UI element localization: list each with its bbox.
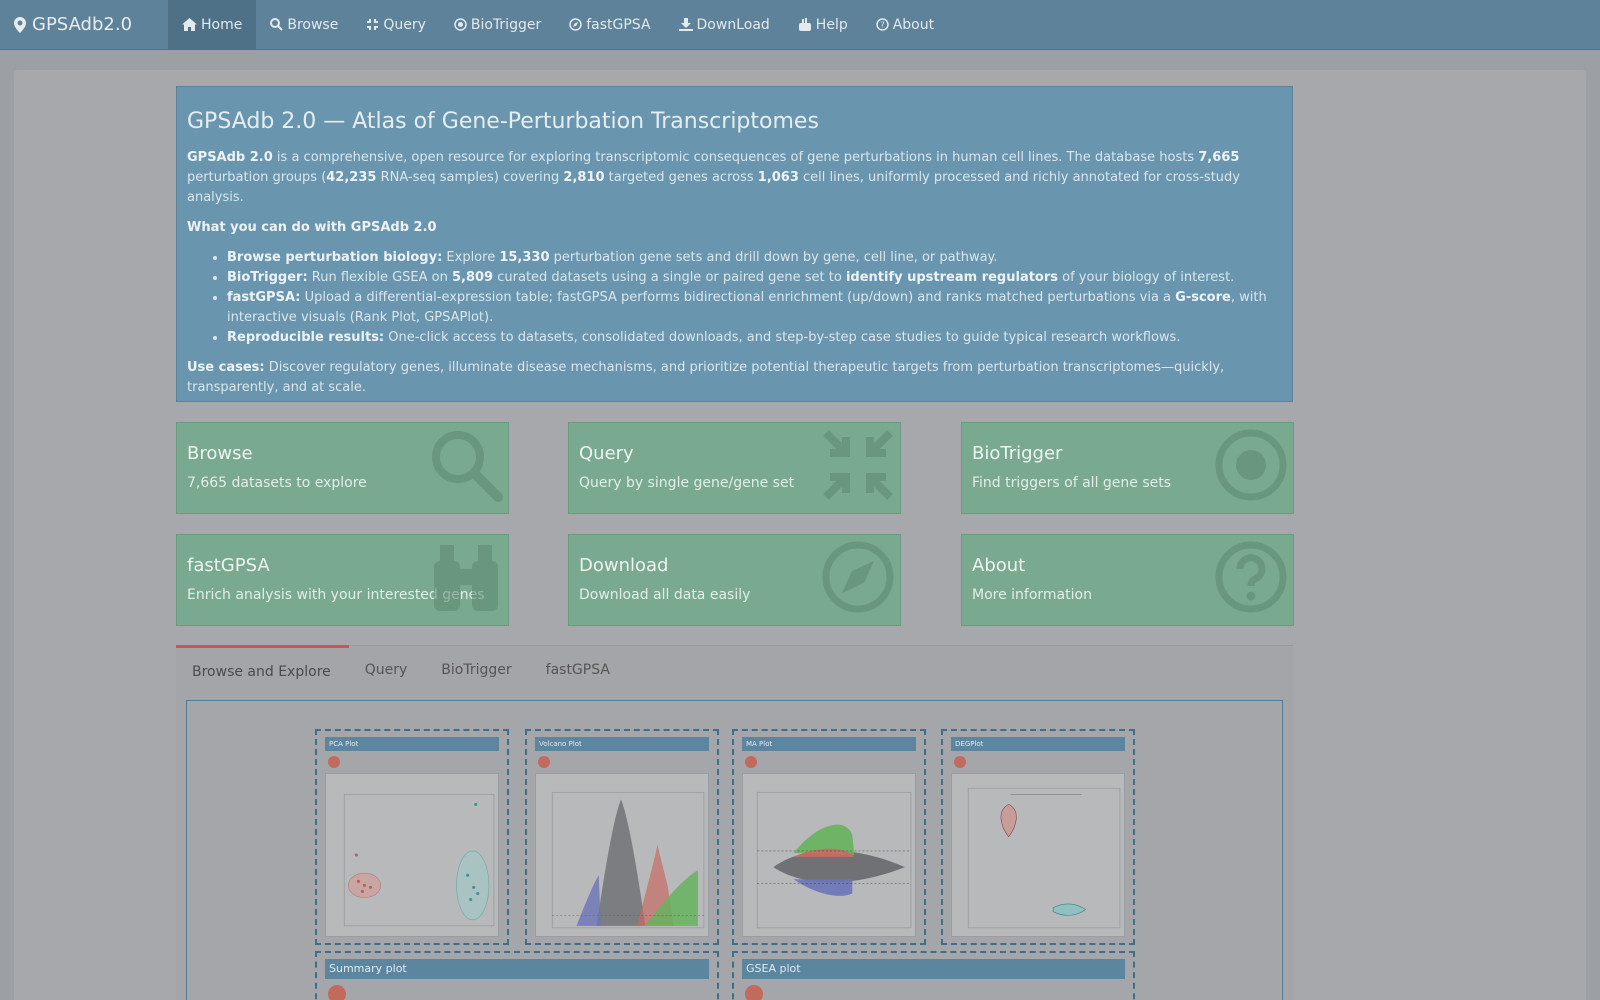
tile-subtitle: 7,665 datasets to explore: [187, 475, 367, 491]
pca-thumbnail: [343, 793, 495, 927]
plot-header: DEGPlot: [951, 737, 1125, 751]
nav-query[interactable]: Query: [352, 0, 440, 49]
binoculars-icon: [434, 545, 498, 611]
tile-subtitle: Find triggers of all gene sets: [972, 475, 1172, 491]
feature-reproducible: Reproducible results: One-click access t…: [227, 328, 1282, 348]
tile-subtitle: More information: [972, 587, 1092, 603]
pca-plot-card[interactable]: PCA Plot: [315, 729, 509, 945]
plot-header: PCA Plot: [325, 737, 499, 751]
tile-title: fastGPSA: [187, 555, 270, 576]
tile-subtitle: Query by single gene/gene set: [579, 475, 795, 491]
map-marker-icon: [14, 16, 26, 33]
tab-query[interactable]: Query: [349, 646, 426, 696]
tile-browse[interactable]: Browse 7,665 datasets to explore: [176, 422, 509, 514]
nav-browse[interactable]: Browse: [256, 0, 352, 49]
nav-biotrigger-label: BioTrigger: [470, 16, 542, 33]
nav-fastgpsa[interactable]: fastGPSA: [555, 0, 664, 49]
brand-logo[interactable]: GPSAdb2.0: [0, 0, 168, 49]
compass-icon: [569, 18, 582, 31]
nav-download[interactable]: DownLoad: [665, 0, 784, 49]
nav-fastgpsa-label: fastGPSA: [586, 16, 651, 33]
volcano-plot-card[interactable]: Volcano Plot: [525, 729, 719, 945]
gsea-plot-card[interactable]: GSEA plot: [732, 951, 1135, 1000]
nav-query-label: Query: [383, 16, 426, 33]
tile-biotrigger[interactable]: BioTrigger Find triggers of all gene set…: [961, 422, 1294, 514]
tile-title: Browse: [187, 443, 253, 464]
tab-panel-browse: PCA Plot Volcano Plot MA Plot DEGPlot Su…: [186, 700, 1283, 1000]
use-cases: Use cases: Discover regulatory genes, il…: [187, 360, 1225, 395]
volcano-plot-image: [535, 773, 709, 937]
tile-fastgpsa[interactable]: fastGPSA Enrich analysis with your inter…: [176, 534, 509, 626]
tab-biotrigger[interactable]: BioTrigger: [425, 646, 529, 696]
target-icon: [1215, 429, 1287, 501]
features-heading: What you can do with GPSAdb 2.0: [187, 220, 437, 235]
home-icon: [182, 18, 197, 31]
deg-plot-image: [951, 773, 1125, 937]
features-list: Browse perturbation biology: Explore 15,…: [227, 248, 1282, 348]
feature-browse: Browse perturbation biology: Explore 15,…: [227, 248, 1282, 268]
plot-header: GSEA plot: [742, 959, 1125, 979]
download-icon: [678, 18, 693, 31]
tile-title: BioTrigger: [972, 443, 1063, 464]
nav-home[interactable]: Home: [168, 0, 257, 49]
nav-about[interactable]: ? About: [862, 0, 948, 49]
search-icon: [432, 431, 503, 502]
ma-plot-image: [742, 773, 916, 937]
question-icon: ?: [875, 18, 889, 31]
page-title: GPSAdb 2.0 — Atlas of Gene-Perturbation …: [187, 109, 819, 134]
tab-bar: Browse and Explore Query BioTrigger fast…: [176, 645, 628, 696]
tile-about[interactable]: About More information: [961, 534, 1294, 626]
tab-fastgpsa[interactable]: fastGPSA: [530, 646, 628, 696]
tile-title: Download: [579, 555, 669, 576]
brand-name: GPSAdb2.0: [32, 14, 133, 35]
compass-icon: [822, 541, 894, 613]
plot-header: Volcano Plot: [535, 737, 709, 751]
tile-download[interactable]: Download Download all data easily: [568, 534, 901, 626]
nav-browse-label: Browse: [287, 16, 339, 33]
compress-icon: [823, 430, 893, 500]
feature-tabs: Browse and Explore Query BioTrigger fast…: [176, 645, 1293, 1000]
plot-header: MA Plot: [742, 737, 916, 751]
pca-plot-image: [325, 773, 499, 937]
nav-biotrigger[interactable]: BioTrigger: [440, 0, 555, 49]
deg-plot-card[interactable]: DEGPlot: [941, 729, 1135, 945]
search-icon: [270, 18, 284, 31]
feature-biotrigger: BioTrigger: Run flexible GSEA on 5,809 c…: [227, 268, 1282, 288]
intro-jumbotron: GPSAdb 2.0 — Atlas of Gene-Perturbation …: [176, 86, 1293, 402]
plot-header: Summary plot: [325, 959, 709, 979]
hand-icon: [798, 18, 811, 31]
top-navbar: GPSAdb2.0 Home Browse Query BioTrigger f…: [0, 0, 1600, 50]
ma-plot-card[interactable]: MA Plot: [732, 729, 926, 945]
deg-thumbnail: [967, 787, 1121, 929]
tile-title: About: [972, 555, 1026, 576]
gear-icon[interactable]: [954, 756, 966, 768]
compress-icon: [367, 19, 379, 30]
feature-fastgpsa: fastGPSA: Upload a differential-expressi…: [227, 288, 1282, 328]
target-icon: [454, 18, 467, 31]
intro-paragraph: GPSAdb 2.0 is a comprehensive, open reso…: [187, 150, 1240, 205]
gear-icon[interactable]: [328, 756, 340, 768]
svg-text:?: ?: [880, 21, 884, 30]
summary-plot-card[interactable]: Summary plot: [315, 951, 719, 1000]
tile-title: Query: [579, 443, 634, 464]
gear-icon[interactable]: [745, 756, 757, 768]
gear-icon[interactable]: [745, 985, 763, 1000]
nav-home-label: Home: [201, 16, 243, 33]
nav-about-label: About: [892, 16, 935, 33]
nav-help-label: Help: [815, 16, 848, 33]
volcano-thumbnail: [551, 791, 705, 929]
gear-icon[interactable]: [328, 985, 346, 1000]
ma-thumbnail: [756, 791, 912, 929]
nav-download-label: DownLoad: [696, 16, 770, 33]
question-icon: [1215, 541, 1287, 613]
tile-query[interactable]: Query Query by single gene/gene set: [568, 422, 901, 514]
gear-icon[interactable]: [538, 756, 550, 768]
tab-browse-explore[interactable]: Browse and Explore: [176, 645, 349, 696]
nav-help[interactable]: Help: [784, 0, 862, 49]
tile-subtitle: Download all data easily: [579, 587, 751, 603]
